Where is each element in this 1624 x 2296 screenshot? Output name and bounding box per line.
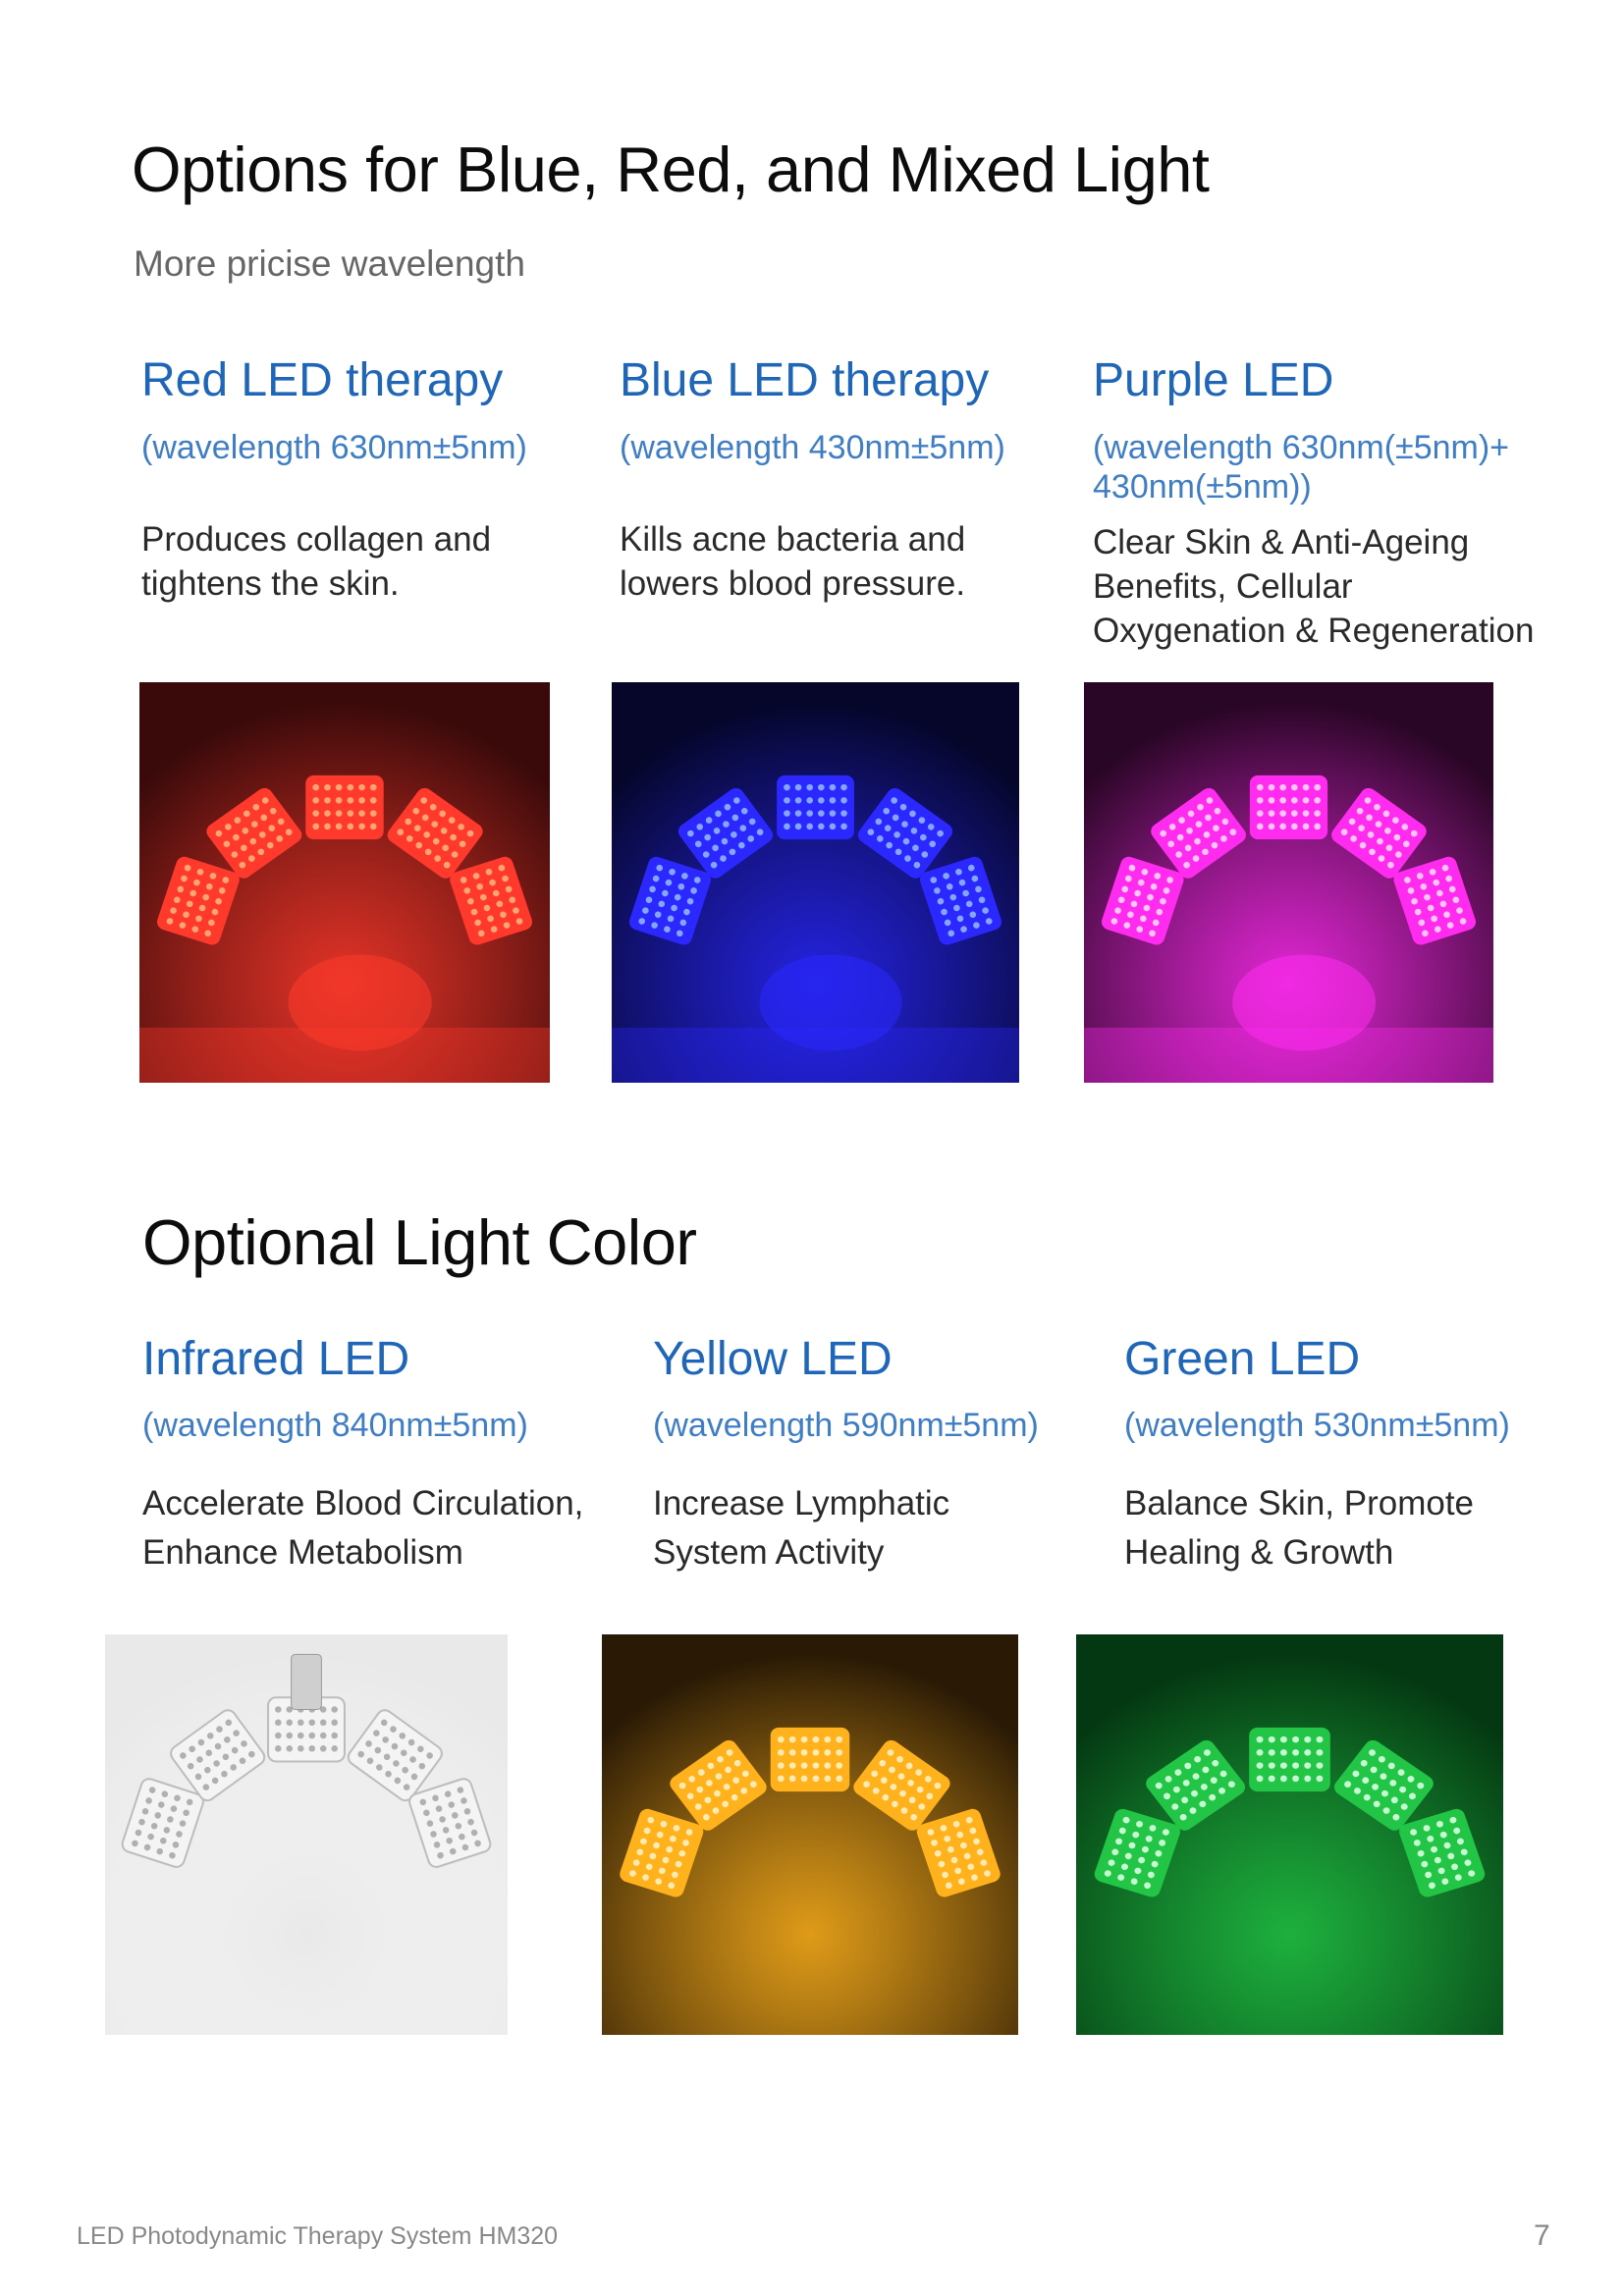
page-number: 7 bbox=[1534, 2219, 1550, 2252]
green-led-photo bbox=[1076, 1634, 1503, 2035]
description-yellow: Increase Lymphatic System Activity bbox=[653, 1484, 950, 1572]
blue-led-photo bbox=[612, 682, 1019, 1083]
red-led-photo-graphic bbox=[139, 682, 550, 1083]
infrared-led-device-photo-graphic bbox=[105, 1634, 508, 2035]
card-title-red: Red LED therapy bbox=[141, 354, 504, 406]
wavelength-green: (wavelength 530nm±5nm) bbox=[1124, 1407, 1510, 1444]
infrared-led-device-photo bbox=[105, 1634, 508, 2035]
section-subtitle: More pricise wavelength bbox=[134, 243, 525, 284]
wavelength-infrared: (wavelength 840nm±5nm) bbox=[142, 1407, 528, 1444]
yellow-led-photo bbox=[602, 1634, 1018, 2035]
purple-led-photo bbox=[1084, 682, 1493, 1083]
card-title-blue: Blue LED therapy bbox=[620, 354, 990, 406]
description-green: Balance Skin, Promote Healing & Growth bbox=[1124, 1484, 1475, 1572]
wavelength-purple: (wavelength 630nm(±5nm)+ 430nm(±5nm)) bbox=[1093, 429, 1510, 506]
wavelength-red: (wavelength 630nm±5nm) bbox=[141, 429, 527, 466]
footer-product-name: LED Photodynamic Therapy System HM320 bbox=[77, 2222, 559, 2250]
wavelength-blue: (wavelength 430nm±5nm) bbox=[620, 429, 1005, 466]
description-red: Produces collagen and tightens the skin. bbox=[141, 520, 492, 603]
red-led-photo bbox=[139, 682, 550, 1083]
description-infrared: Accelerate Blood Circulation, Enhance Me… bbox=[142, 1484, 584, 1572]
green-led-photo-graphic bbox=[1076, 1634, 1503, 2035]
yellow-led-photo-graphic bbox=[602, 1634, 1018, 2035]
blue-led-photo-graphic bbox=[612, 682, 1019, 1083]
card-title-green: Green LED bbox=[1124, 1333, 1361, 1385]
wavelength-yellow: (wavelength 590nm±5nm) bbox=[653, 1407, 1039, 1444]
card-title-purple: Purple LED bbox=[1093, 354, 1334, 406]
card-title-yellow: Yellow LED bbox=[653, 1333, 893, 1385]
section-title: Optional Light Color bbox=[142, 1206, 697, 1278]
description-blue: Kills acne bacteria and lowers blood pre… bbox=[620, 520, 966, 603]
purple-led-photo-graphic bbox=[1084, 682, 1493, 1083]
description-purple: Clear Skin & Anti-Ageing Benefits, Cellu… bbox=[1093, 523, 1535, 650]
card-title-infrared: Infrared LED bbox=[142, 1333, 410, 1385]
section-title: Options for Blue, Red, and Mixed Light bbox=[132, 133, 1210, 205]
